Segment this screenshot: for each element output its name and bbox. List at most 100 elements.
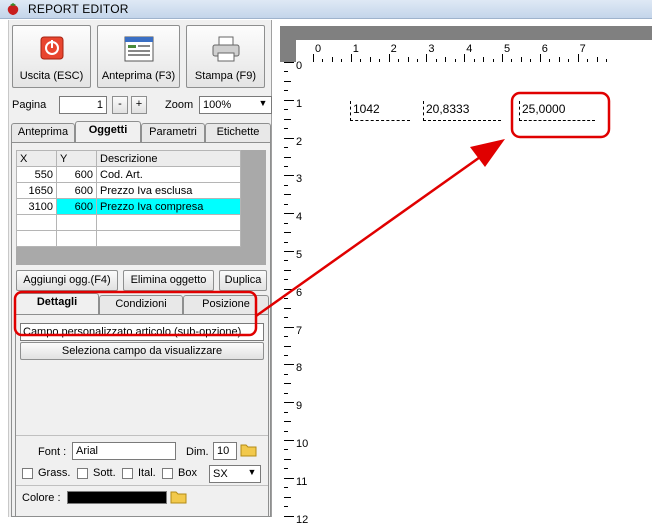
- cell-desc: Prezzo Iva compresa: [96, 198, 241, 215]
- page-input[interactable]: 1: [59, 96, 107, 114]
- v-ruler-minor-tick: [284, 383, 291, 385]
- underline-checkbox[interactable]: [77, 468, 88, 479]
- window-title: REPORT EDITOR: [28, 2, 129, 16]
- v-ruler-label: 8: [296, 362, 303, 375]
- v-ruler-minor-tick: [284, 109, 288, 111]
- add-object-button[interactable]: Aggiungi ogg.(F4): [16, 270, 118, 291]
- v-ruler-minor-tick: [284, 336, 288, 338]
- v-ruler-minor-tick: [284, 203, 288, 205]
- tab-dettagli[interactable]: Dettagli: [15, 293, 99, 314]
- v-ruler-tick: [284, 137, 294, 139]
- v-ruler-minor-tick: [284, 232, 291, 234]
- exit-button[interactable]: Uscita (ESC): [12, 25, 91, 88]
- h-ruler-tick: [313, 54, 314, 62]
- v-ruler-minor-tick: [284, 373, 288, 375]
- chevron-down-icon[interactable]: ▼: [256, 98, 270, 112]
- strawberry-app-icon: [7, 3, 19, 15]
- field-prezzo-iva-esclusa[interactable]: 20,8333: [423, 101, 501, 121]
- box-checkbox[interactable]: [162, 468, 173, 479]
- tab-posizione[interactable]: Posizione: [183, 295, 269, 314]
- field-value: 1042: [353, 102, 380, 116]
- left-panel: Uscita (ESC) Anteprima (F3) Stampa (F9) …: [8, 20, 272, 517]
- delete-object-button[interactable]: Elimina oggetto: [123, 270, 214, 291]
- h-ruler-label: 0: [315, 43, 322, 55]
- color-folder-button[interactable]: [170, 489, 192, 507]
- v-ruler-minor-tick: [284, 194, 291, 196]
- table-row-selected[interactable]: 3100 600 Prezzo Iva compresa: [16, 198, 241, 215]
- v-ruler-minor-tick: [284, 165, 288, 167]
- h-ruler-minor-tick: [398, 59, 400, 62]
- v-ruler-tick: [284, 213, 294, 215]
- font-input[interactable]: Arial: [72, 442, 176, 460]
- table-row-empty[interactable]: [16, 230, 241, 247]
- cell-desc: Cod. Art.: [96, 166, 241, 183]
- preview-button[interactable]: Anteprima (F3): [97, 25, 180, 88]
- tab-etichette[interactable]: Etichette: [205, 123, 271, 142]
- v-ruler-minor-tick: [284, 430, 288, 432]
- h-ruler-minor-tick: [360, 59, 362, 62]
- v-ruler-minor-tick: [284, 317, 288, 319]
- folder-icon: [170, 491, 187, 504]
- h-ruler-minor-tick: [483, 57, 485, 62]
- col-desc-header: Descrizione: [96, 150, 241, 167]
- h-ruler-minor-tick: [549, 59, 551, 62]
- v-ruler-tick: [284, 175, 294, 177]
- tab-oggetti[interactable]: Oggetti: [75, 121, 141, 142]
- h-ruler-minor-tick: [407, 57, 409, 62]
- align-select[interactable]: SX ▼: [209, 465, 261, 483]
- tab-anteprima[interactable]: Anteprima: [11, 123, 75, 142]
- page-minus-button[interactable]: -: [112, 96, 128, 114]
- duplicate-button[interactable]: Duplica: [219, 270, 267, 291]
- v-ruler-minor-tick: [284, 392, 288, 394]
- page-plus-button[interactable]: +: [131, 96, 147, 114]
- v-ruler-minor-tick: [284, 496, 291, 498]
- h-ruler-minor-tick: [445, 57, 447, 62]
- size-input[interactable]: 10: [213, 442, 237, 460]
- h-ruler-label: 2: [390, 43, 397, 55]
- col-y-header: Y: [56, 150, 97, 167]
- h-ruler-tick: [577, 54, 579, 62]
- grid-empty-space: [241, 150, 266, 265]
- zoom-label: Zoom: [165, 99, 194, 111]
- divider: [16, 435, 268, 436]
- design-canvas[interactable]: [280, 26, 652, 517]
- v-ruler-label: 5: [296, 249, 303, 261]
- zoom-select[interactable]: 100% ▼: [199, 96, 272, 114]
- h-ruler-label: 4: [466, 43, 473, 55]
- v-ruler-label: 7: [296, 324, 303, 337]
- tab-parametri[interactable]: Parametri: [141, 123, 205, 142]
- v-ruler-minor-tick: [284, 269, 291, 271]
- italic-checkbox[interactable]: [122, 468, 133, 479]
- h-ruler-minor-tick: [435, 59, 437, 62]
- field-cod-art[interactable]: 1042: [350, 101, 410, 121]
- align-value: SX: [213, 468, 228, 480]
- tab-condizioni[interactable]: Condizioni: [99, 295, 183, 314]
- v-ruler-tick: [284, 402, 294, 404]
- size-label: Dim.: [186, 446, 209, 458]
- objects-grid-area: X Y Descrizione 550 600 Cod. Art. 1650 6…: [16, 150, 266, 265]
- bold-checkbox[interactable]: [22, 468, 33, 479]
- v-ruler-minor-tick: [284, 90, 288, 92]
- table-row[interactable]: 550 600 Cod. Art.: [16, 166, 241, 183]
- v-ruler-label: 2: [296, 135, 303, 148]
- field-name-display: Campo personalizzato articolo (sub-opzio…: [20, 323, 264, 341]
- table-row-empty[interactable]: [16, 214, 241, 231]
- print-label: Stampa (F9): [194, 70, 257, 82]
- table-row[interactable]: 1650 600 Prezzo Iva esclusa: [16, 182, 241, 199]
- font-folder-button[interactable]: [240, 442, 262, 460]
- italic-label: Ital.: [138, 467, 156, 479]
- chevron-down-icon[interactable]: ▼: [245, 467, 259, 477]
- select-field-button[interactable]: Seleziona campo da visualizzare: [20, 342, 264, 360]
- v-ruler-label: 6: [296, 286, 303, 299]
- printer-icon: [212, 36, 239, 62]
- v-ruler-minor-tick: [284, 80, 291, 82]
- v-ruler-label: 1: [296, 97, 303, 110]
- v-ruler-minor-tick: [284, 458, 291, 460]
- field-prezzo-iva-compresa[interactable]: 25,0000: [519, 101, 595, 121]
- h-ruler-tick: [388, 54, 390, 62]
- color-swatch[interactable]: [67, 491, 167, 504]
- v-ruler-minor-tick: [284, 222, 288, 224]
- v-ruler-label: 3: [296, 173, 303, 186]
- print-button[interactable]: Stampa (F9): [186, 25, 265, 88]
- h-ruler-minor-tick: [473, 59, 475, 62]
